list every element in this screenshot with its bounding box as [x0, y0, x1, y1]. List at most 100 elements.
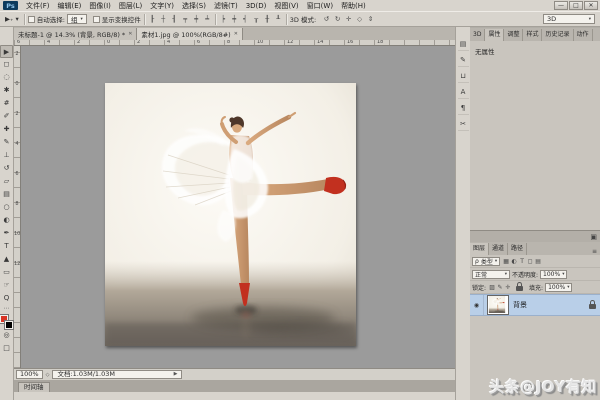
quick-mask-icon[interactable]: ◎	[0, 329, 13, 342]
tab-layers[interactable]: 图层	[470, 243, 489, 255]
close-icon[interactable]: ✕	[128, 31, 132, 37]
lock-all-icon[interactable]	[516, 286, 523, 291]
layer-row-background[interactable]: ◉ 背景	[470, 294, 600, 316]
brushes-panel-icon[interactable]: ✎	[458, 55, 469, 67]
scissors-panel-icon[interactable]: ✂	[458, 119, 469, 131]
clone-stamp-tool[interactable]: ⊥	[0, 149, 13, 162]
quick-selection-tool[interactable]: ✱	[0, 84, 13, 97]
tab-history[interactable]: 历史记录	[542, 29, 573, 41]
hand-tool[interactable]: ☞	[0, 279, 13, 292]
menu-window[interactable]: 窗口(W)	[303, 1, 337, 11]
show-transform-checkbox[interactable]	[93, 16, 100, 23]
auto-select-checkbox[interactable]	[28, 16, 35, 23]
3d-roll-icon[interactable]: ↻	[333, 13, 342, 26]
menu-file[interactable]: 文件(F)	[22, 1, 54, 11]
menu-3d[interactable]: 3D(D)	[242, 2, 271, 10]
align-left-icon[interactable]: ┠	[148, 13, 157, 26]
close-icon[interactable]: ✕	[234, 31, 238, 37]
zoom-tool[interactable]: Q	[0, 292, 13, 305]
3d-pan-icon[interactable]: ✛	[344, 13, 353, 26]
character-panel-icon[interactable]: A	[458, 87, 469, 99]
align-right-icon[interactable]: ┨	[170, 13, 179, 26]
healing-brush-tool[interactable]: ✚	[0, 123, 13, 136]
clone-source-panel-icon[interactable]: ⊔	[458, 71, 469, 83]
filter-smart-objects-icon[interactable]: ▤	[534, 258, 542, 265]
gradient-tool[interactable]: ▤	[0, 188, 13, 201]
filter-adjustment-layers-icon[interactable]: ◐	[510, 258, 518, 265]
eyedropper-tool[interactable]: ✐	[0, 110, 13, 123]
eraser-tool[interactable]: ▱	[0, 175, 13, 188]
document-canvas[interactable]	[105, 83, 356, 346]
background-color-swatch[interactable]	[5, 321, 13, 329]
3d-scale-icon[interactable]: ⇕	[366, 13, 375, 26]
paragraph-panel-icon[interactable]: ¶	[458, 103, 469, 115]
document-tab-untitled[interactable]: 未标题-1 @ 14.3% (背景, RGB/8) * ✕	[14, 28, 137, 40]
crop-tool[interactable]: #	[0, 97, 13, 110]
distribute-bottom-icon[interactable]: ┥	[241, 13, 250, 26]
3d-slide-icon[interactable]: ◇	[355, 13, 364, 26]
move-tool[interactable]: ▶	[0, 45, 13, 58]
blend-mode-dropdown[interactable]: 正常 ▾	[472, 270, 510, 279]
document-size-indicator[interactable]: 文档:1.03M/1.03M ▶	[52, 370, 182, 379]
align-middle-icon[interactable]: ┿	[192, 13, 201, 26]
menu-select[interactable]: 选择(S)	[178, 1, 210, 11]
distribute-top-icon[interactable]: ┝	[219, 13, 228, 26]
close-button[interactable]: ✕	[584, 1, 598, 10]
type-tool[interactable]: T	[0, 240, 13, 253]
distribute-right-icon[interactable]: ┸	[274, 13, 283, 26]
tab-paths[interactable]: 路径	[508, 243, 527, 255]
history-brush-tool[interactable]: ↺	[0, 162, 13, 175]
distribute-middle-icon[interactable]: ┿	[230, 13, 239, 26]
menu-filter[interactable]: 滤镜(T)	[210, 1, 242, 11]
layer-visibility-eye-icon[interactable]: ◉	[470, 295, 484, 315]
brush-tool[interactable]: ✎	[0, 136, 13, 149]
distribute-left-icon[interactable]: ┰	[252, 13, 261, 26]
auto-select-dropdown[interactable]: 组▾	[67, 14, 87, 24]
path-selection-tool[interactable]: ▲	[0, 253, 13, 266]
tab-adjustments[interactable]: 调整	[504, 29, 523, 41]
distribute-center-icon[interactable]: ╂	[263, 13, 272, 26]
tab-timeline[interactable]: 时间轴	[18, 382, 50, 392]
align-center-h-icon[interactable]: ┼	[159, 13, 168, 26]
rectangular-marquee-tool[interactable]: ◻	[0, 58, 13, 71]
menu-edit[interactable]: 编辑(E)	[54, 1, 86, 11]
tab-3d[interactable]: 3D	[470, 29, 485, 41]
panel-menu-icon[interactable]: ≡	[589, 248, 600, 255]
fill-field[interactable]: 100% ▾	[545, 283, 572, 292]
tab-actions[interactable]: 动作	[574, 29, 593, 41]
lasso-tool[interactable]: ◌	[0, 71, 13, 84]
shape-tool[interactable]: ▭	[0, 266, 13, 279]
minimize-button[interactable]: —	[554, 1, 568, 10]
tab-channels[interactable]: 通道	[489, 243, 508, 255]
maximize-button[interactable]: □	[569, 1, 583, 10]
blur-tool[interactable]: ○	[0, 201, 13, 214]
filter-type-layers-icon[interactable]: T	[518, 258, 526, 265]
lock-image-pixels-icon[interactable]: ✎	[496, 284, 504, 291]
align-bottom-icon[interactable]: ┷	[203, 13, 212, 26]
tool-preset-icon[interactable]: ▶₊ ▾	[3, 15, 21, 23]
align-top-icon[interactable]: ┯	[181, 13, 190, 26]
dodge-tool[interactable]: ◐	[0, 214, 13, 227]
tab-styles[interactable]: 样式	[523, 29, 542, 41]
pen-tool[interactable]: ✒	[0, 227, 13, 240]
document-tab-sucai1[interactable]: 素材1.jpg @ 100%(RGB/8#) ✕	[137, 28, 243, 40]
filter-pixel-layers-icon[interactable]: ▦	[502, 258, 510, 265]
panel-collapse-icon[interactable]: ▣	[590, 233, 597, 241]
menu-help[interactable]: 帮助(H)	[337, 1, 370, 11]
lock-transparent-pixels-icon[interactable]: ▨	[488, 284, 496, 291]
filter-shape-layers-icon[interactable]: ◻	[526, 258, 534, 265]
canvas-image-dancer[interactable]	[105, 83, 356, 346]
tab-properties[interactable]: 属性	[485, 29, 504, 41]
menu-image[interactable]: 图像(I)	[85, 1, 115, 11]
screen-mode-icon[interactable]: □	[0, 342, 13, 355]
menu-view[interactable]: 视图(V)	[270, 1, 302, 11]
brush-presets-panel-icon[interactable]: ▤	[458, 39, 469, 51]
workspace-switcher[interactable]: 3D▾	[543, 14, 595, 24]
menu-layer[interactable]: 图层(L)	[115, 1, 146, 11]
layer-filter-dropdown[interactable]: ρ 类型 ▾	[472, 257, 500, 266]
lock-position-icon[interactable]: ✛	[504, 284, 512, 291]
zoom-level-field[interactable]: 100%	[16, 370, 43, 379]
layer-thumbnail[interactable]	[487, 295, 509, 315]
opacity-field[interactable]: 100% ▾	[540, 270, 567, 279]
menu-type[interactable]: 文字(Y)	[146, 1, 178, 11]
